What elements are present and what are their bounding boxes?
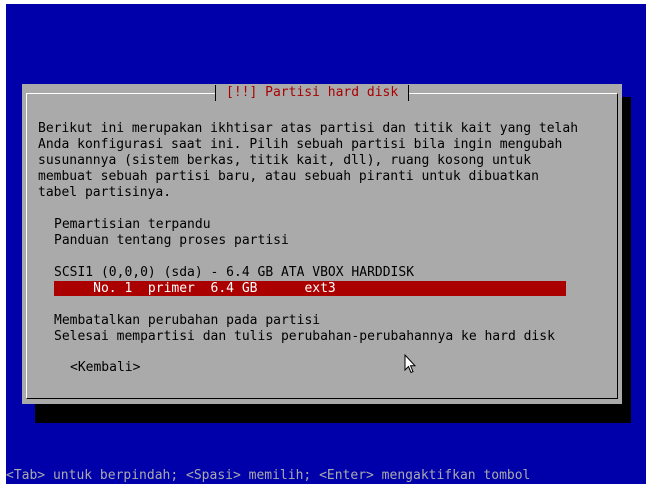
description-line-1: Berikut ini merupakan ikhtisar atas part… [38,121,579,136]
partition-dialog: [!!] Partisi hard disk Berikut ini merup… [22,84,622,404]
description-line-3: susunannya (sistem berkas, titik kait, d… [38,153,532,168]
option-partition-1-selected[interactable]: No. 1 primer 6.4 GB ext3 [54,281,566,296]
status-bar: <Tab> untuk berpindah; <Spasi> memilih; … [6,468,531,483]
description-line-2: Anda konfigurasi saat ini. Pilih sebuah … [38,137,563,152]
description-line-4: membuat sebuah partisi baru, atau sebuah… [38,169,539,184]
option-guided-partitioning[interactable]: Pemartisian terpandu [54,217,211,233]
mouse-pointer-icon [404,354,416,374]
description-line-5: tabel partisinya. [38,185,172,200]
option-undo-changes[interactable]: Membatalkan perubahan pada partisi [54,313,320,329]
installer-screen: [!!] Partisi hard disk Berikut ini merup… [6,4,646,484]
dialog-title: [!!] Partisi hard disk [215,85,410,101]
option-partitioning-help[interactable]: Panduan tentang proses partisi [54,233,289,249]
back-button[interactable]: <Kembali> [70,360,140,376]
option-disk-sda[interactable]: SCSI1 (0,0,0) (sda) - 6.4 GB ATA VBOX HA… [54,265,414,281]
option-finish-partitioning[interactable]: Selesai mempartisi dan tulis perubahan-p… [54,329,555,345]
